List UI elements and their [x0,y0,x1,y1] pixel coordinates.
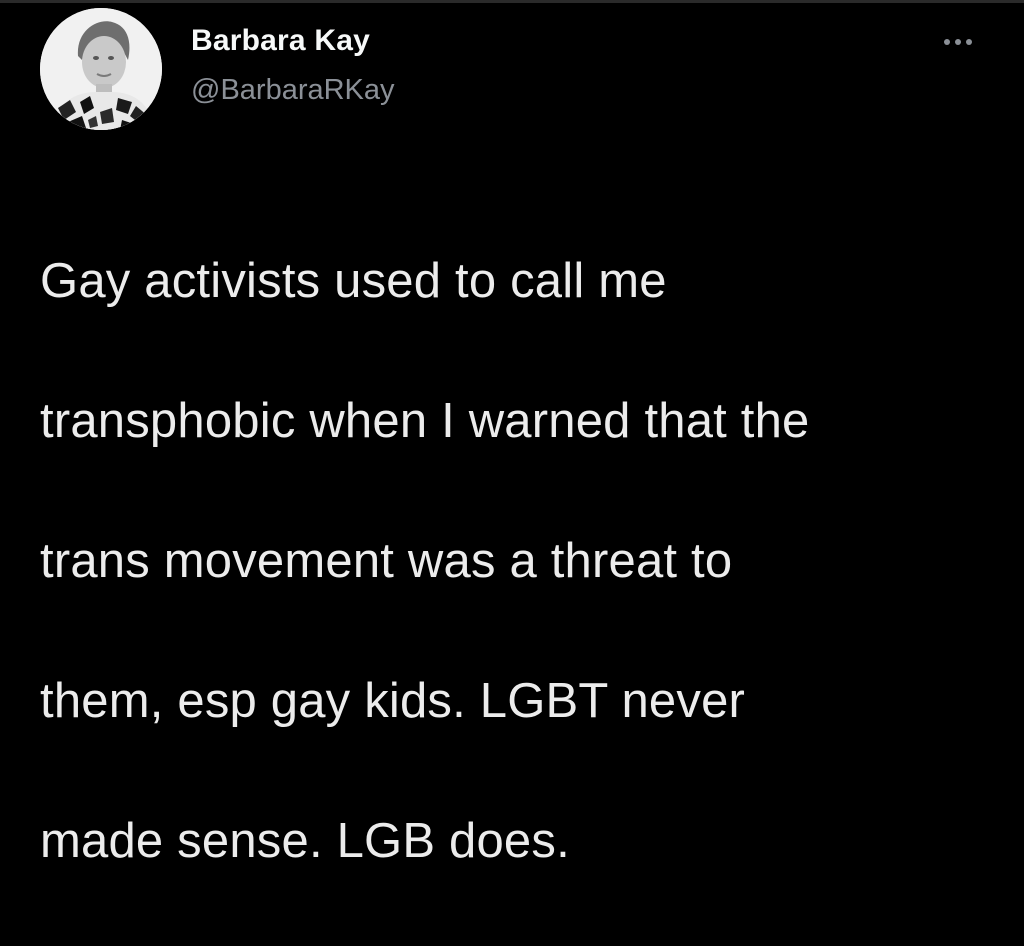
profile-photo-icon [40,8,162,130]
dot [955,39,961,45]
author-handle[interactable]: @BarbaraRKay [191,74,395,107]
tweet-text-line: transphobic when I warned that the [40,394,810,448]
tweet-card: Barbara Kay @BarbaraRKay Gay activists u… [0,0,1024,868]
tweet-text: Gay activists used to call me transphobi… [40,176,1000,946]
tweet-text-line: trans movement was a threat to [40,534,733,588]
tweet-text-line: them, esp gay kids. LGBT never [40,674,746,728]
avatar[interactable] [40,8,162,130]
dot [944,39,950,45]
top-divider [0,0,1024,3]
more-options-icon[interactable] [938,30,978,54]
tweet-text-line: Gay activists used to call me [40,254,667,308]
tweet-text-line: made sense. LGB does. [40,814,570,868]
dot [966,39,972,45]
author-display-name[interactable]: Barbara Kay [191,24,370,58]
